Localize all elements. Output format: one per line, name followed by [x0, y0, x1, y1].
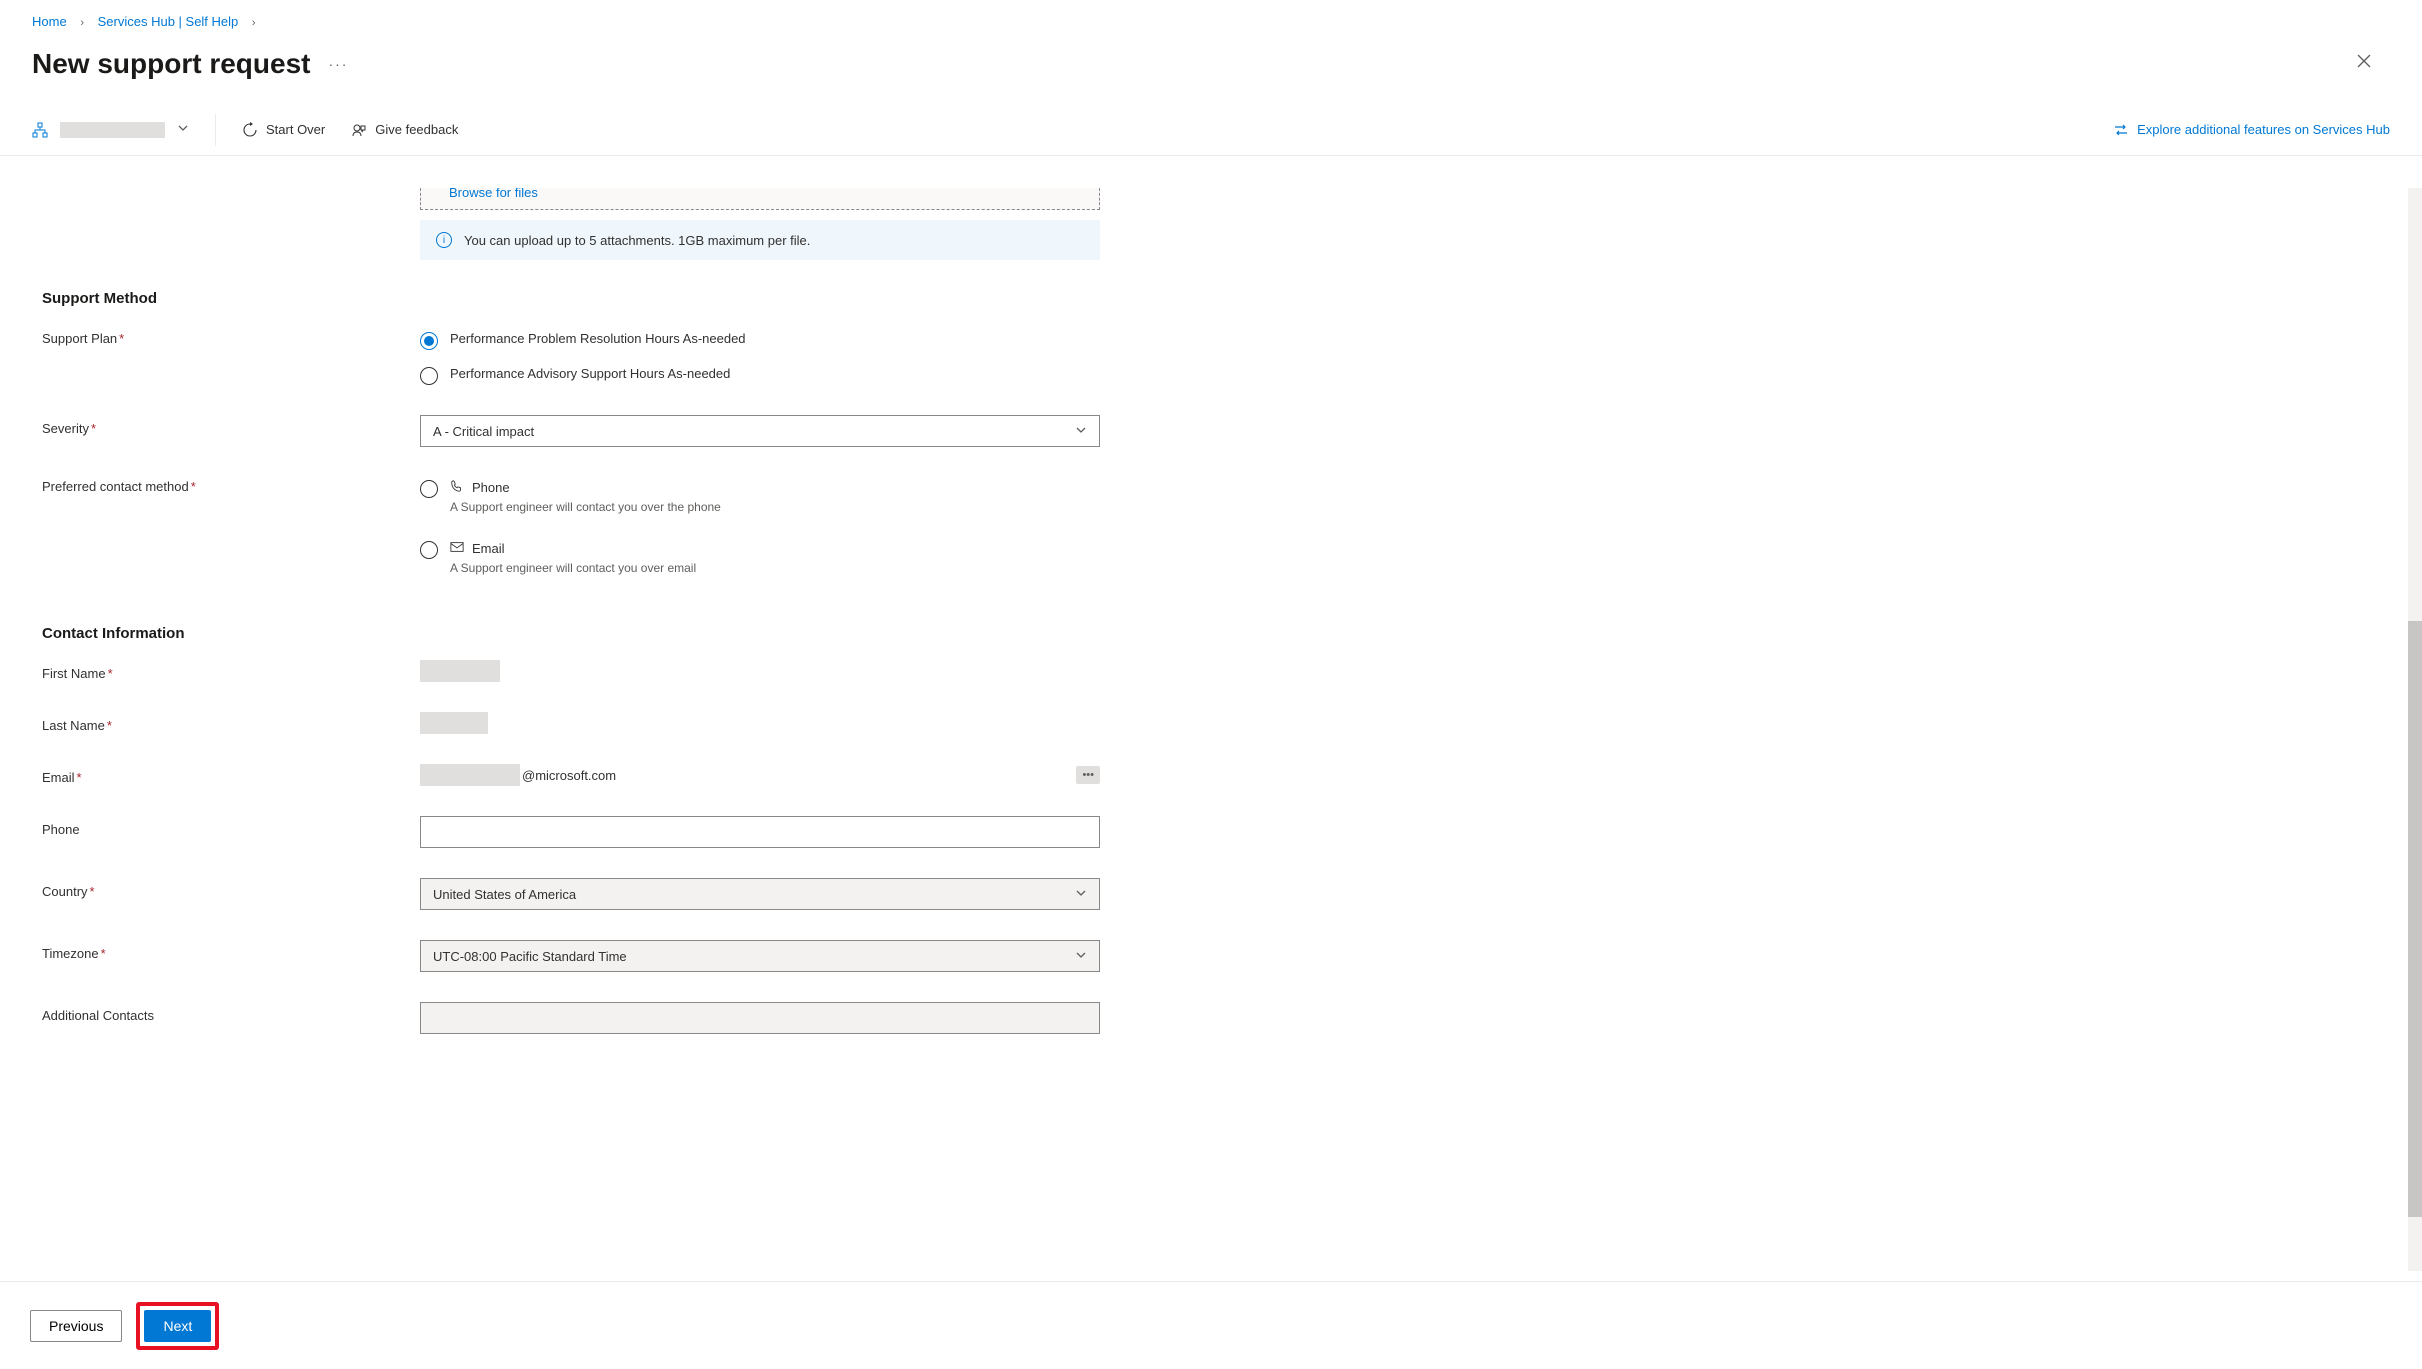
country-select[interactable]: United States of America	[420, 878, 1100, 910]
label-preferred-contact: Preferred contact method	[42, 479, 189, 494]
radio-contact-phone-sub: A Support engineer will contact you over…	[450, 500, 721, 514]
phone-icon	[450, 479, 464, 496]
start-over-label: Start Over	[266, 122, 325, 137]
more-actions-button[interactable]: ···	[328, 56, 348, 72]
give-feedback-label: Give feedback	[375, 122, 458, 137]
radio-support-plan-2[interactable]	[420, 367, 438, 385]
radio-contact-phone[interactable]	[420, 480, 438, 498]
file-upload-dropzone[interactable]: Browse for files	[420, 188, 1100, 210]
next-button[interactable]: Next	[144, 1310, 211, 1342]
browse-files-link[interactable]: Browse for files	[449, 188, 538, 200]
label-email: Email	[42, 770, 75, 785]
refresh-icon	[242, 122, 258, 138]
breadcrumb: Home › Services Hub | Self Help ›	[0, 0, 2422, 29]
timezone-select[interactable]: UTC-08:00 Pacific Standard Time	[420, 940, 1100, 972]
label-last-name: Last Name	[42, 718, 105, 733]
close-icon	[2356, 53, 2372, 69]
scrollbar-thumb[interactable]	[2408, 621, 2422, 1217]
label-severity: Severity	[42, 421, 89, 436]
upload-info-text: You can upload up to 5 attachments. 1GB …	[464, 233, 810, 248]
explore-features-label: Explore additional features on Services …	[2137, 122, 2390, 137]
label-country: Country	[42, 884, 88, 899]
breadcrumb-home[interactable]: Home	[32, 14, 67, 29]
phone-input[interactable]	[420, 816, 1100, 848]
upload-info-message: i You can upload up to 5 attachments. 1G…	[420, 220, 1100, 260]
hierarchy-icon	[32, 122, 48, 138]
additional-contacts-input[interactable]	[420, 1002, 1100, 1034]
chevron-right-icon: ›	[80, 17, 84, 29]
scope-selector[interactable]	[32, 114, 216, 146]
label-phone: Phone	[42, 822, 80, 837]
email-suffix: @microsoft.com	[522, 768, 616, 783]
country-value: United States of America	[433, 887, 576, 902]
swap-icon	[2113, 122, 2129, 138]
label-timezone: Timezone	[42, 946, 99, 961]
close-button[interactable]	[2346, 47, 2382, 80]
label-additional-contacts: Additional Contacts	[42, 1008, 154, 1023]
chevron-right-icon: ›	[252, 17, 256, 29]
start-over-button[interactable]: Start Over	[242, 122, 325, 138]
section-support-method: Support Method	[42, 290, 2380, 307]
footer: Previous Next	[0, 1281, 2422, 1369]
section-contact-information: Contact Information	[42, 625, 2380, 642]
severity-value: A - Critical impact	[433, 424, 534, 439]
next-button-highlight: Next	[136, 1302, 219, 1350]
last-name-value-redacted	[420, 712, 488, 734]
label-support-plan: Support Plan	[42, 331, 117, 346]
radio-support-plan-2-label: Performance Advisory Support Hours As-ne…	[450, 366, 730, 381]
scrollbar-track[interactable]	[2408, 188, 2422, 1271]
chevron-down-icon	[1075, 949, 1087, 964]
toolbar: Start Over Give feedback Explore additio…	[0, 104, 2422, 156]
previous-button[interactable]: Previous	[30, 1310, 122, 1342]
email-prefix-redacted	[420, 764, 520, 786]
feedback-icon	[351, 122, 367, 138]
label-first-name: First Name	[42, 666, 106, 681]
give-feedback-button[interactable]: Give feedback	[351, 122, 458, 138]
chevron-down-icon	[1075, 424, 1087, 439]
mail-icon	[450, 540, 464, 557]
radio-contact-email[interactable]	[420, 541, 438, 559]
scope-value-redacted	[60, 122, 165, 138]
radio-contact-phone-label: Phone	[472, 480, 510, 495]
info-icon: i	[436, 232, 452, 248]
timezone-value: UTC-08:00 Pacific Standard Time	[433, 949, 627, 964]
radio-support-plan-1[interactable]	[420, 332, 438, 350]
breadcrumb-services-hub[interactable]: Services Hub | Self Help	[98, 14, 239, 29]
radio-support-plan-1-label: Performance Problem Resolution Hours As-…	[450, 331, 746, 346]
first-name-value-redacted	[420, 660, 500, 682]
chevron-down-icon	[1075, 887, 1087, 902]
page-title: New support request	[32, 48, 310, 80]
severity-select[interactable]: A - Critical impact	[420, 415, 1100, 447]
email-more-button[interactable]: •••	[1076, 766, 1100, 784]
radio-contact-email-label: Email	[472, 541, 505, 556]
chevron-down-icon	[177, 122, 189, 137]
explore-features-link[interactable]: Explore additional features on Services …	[2113, 122, 2390, 138]
radio-contact-email-sub: A Support engineer will contact you over…	[450, 561, 696, 575]
